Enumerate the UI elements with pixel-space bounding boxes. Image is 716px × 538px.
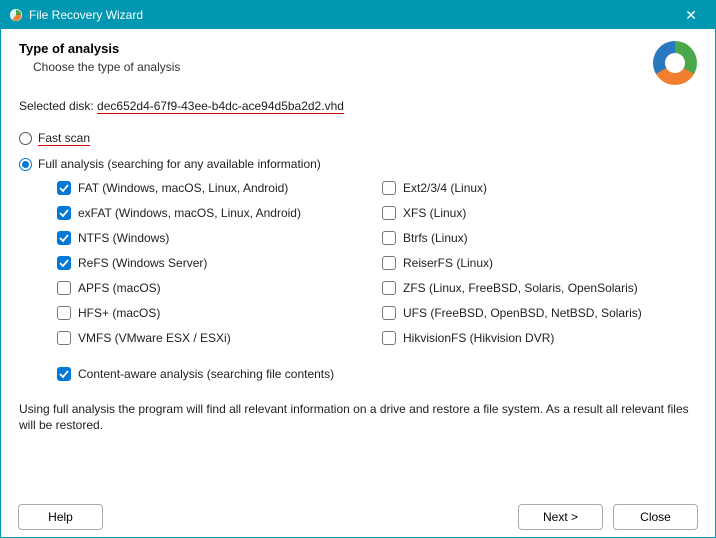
fs-checkbox[interactable] [57, 306, 71, 320]
fs-option[interactable]: Btrfs (Linux) [382, 231, 697, 245]
selected-disk-row: Selected disk: dec652d4-67f9-43ee-b4dc-a… [19, 99, 697, 113]
fs-checkbox[interactable] [382, 206, 396, 220]
info-text: Using full analysis the program will fin… [1, 401, 715, 433]
fast-scan-radio[interactable] [19, 132, 32, 145]
fs-checkbox[interactable] [382, 231, 396, 245]
close-button[interactable]: Close [613, 504, 698, 530]
fs-option[interactable]: NTFS (Windows) [57, 231, 372, 245]
fs-checkbox[interactable] [57, 206, 71, 220]
fs-checkbox[interactable] [57, 181, 71, 195]
fs-label: UFS (FreeBSD, OpenBSD, NetBSD, Solaris) [403, 306, 642, 320]
fs-checkbox[interactable] [57, 281, 71, 295]
fs-label: Btrfs (Linux) [403, 231, 468, 245]
fs-label: ZFS (Linux, FreeBSD, Solaris, OpenSolari… [403, 281, 638, 295]
fs-checkbox[interactable] [57, 331, 71, 345]
fs-label: XFS (Linux) [403, 206, 466, 220]
page-title: Type of analysis [19, 41, 180, 56]
fs-option[interactable]: APFS (macOS) [57, 281, 372, 295]
content-aware-label: Content-aware analysis (searching file c… [78, 367, 334, 381]
fs-checkbox[interactable] [57, 231, 71, 245]
fs-option[interactable]: FAT (Windows, macOS, Linux, Android) [57, 181, 372, 195]
filesystem-grid: FAT (Windows, macOS, Linux, Android) Ext2… [19, 181, 697, 345]
content-aware-option[interactable]: Content-aware analysis (searching file c… [19, 367, 697, 381]
fs-label: ReiserFS (Linux) [403, 256, 493, 270]
fs-option[interactable]: HikvisionFS (Hikvision DVR) [382, 331, 697, 345]
window-title: File Recovery Wizard [29, 8, 675, 22]
fs-label: HikvisionFS (Hikvision DVR) [403, 331, 554, 345]
fs-option[interactable]: exFAT (Windows, macOS, Linux, Android) [57, 206, 372, 220]
selected-disk-label: Selected disk: [19, 99, 97, 113]
fast-scan-option[interactable]: Fast scan [19, 131, 697, 145]
fs-option[interactable]: XFS (Linux) [382, 206, 697, 220]
fs-checkbox[interactable] [382, 331, 396, 345]
fs-label: VMFS (VMware ESX / ESXi) [78, 331, 231, 345]
help-button[interactable]: Help [18, 504, 103, 530]
app-icon [9, 8, 23, 22]
full-analysis-option[interactable]: Full analysis (searching for any availab… [19, 157, 697, 171]
titlebar: File Recovery Wizard ✕ [1, 1, 715, 29]
wizard-header: Type of analysis Choose the type of anal… [1, 29, 715, 95]
fs-option[interactable]: Ext2/3/4 (Linux) [382, 181, 697, 195]
full-analysis-label: Full analysis (searching for any availab… [38, 157, 321, 171]
content-aware-checkbox[interactable] [57, 367, 71, 381]
fs-checkbox[interactable] [57, 256, 71, 270]
fs-checkbox[interactable] [382, 256, 396, 270]
fs-checkbox[interactable] [382, 281, 396, 295]
fs-checkbox[interactable] [382, 181, 396, 195]
fs-option[interactable]: HFS+ (macOS) [57, 306, 372, 320]
fs-label: HFS+ (macOS) [78, 306, 160, 320]
fs-label: NTFS (Windows) [78, 231, 169, 245]
close-icon[interactable]: ✕ [675, 7, 707, 24]
fs-label: FAT (Windows, macOS, Linux, Android) [78, 181, 288, 195]
page-subtitle: Choose the type of analysis [19, 60, 180, 74]
fs-option[interactable]: ReFS (Windows Server) [57, 256, 372, 270]
fs-label: exFAT (Windows, macOS, Linux, Android) [78, 206, 301, 220]
fs-option[interactable]: ReiserFS (Linux) [382, 256, 697, 270]
fs-option[interactable]: ZFS (Linux, FreeBSD, Solaris, OpenSolari… [382, 281, 697, 295]
footer: Help Next > Close [0, 504, 716, 530]
selected-disk-value: dec652d4-67f9-43ee-b4dc-ace94d5ba2d2.vhd [97, 99, 344, 113]
fast-scan-label: Fast scan [38, 131, 90, 145]
wizard-icon [653, 41, 697, 85]
fs-option[interactable]: VMFS (VMware ESX / ESXi) [57, 331, 372, 345]
next-button[interactable]: Next > [518, 504, 603, 530]
full-analysis-radio[interactable] [19, 158, 32, 171]
fs-checkbox[interactable] [382, 306, 396, 320]
fs-option[interactable]: UFS (FreeBSD, OpenBSD, NetBSD, Solaris) [382, 306, 697, 320]
fs-label: Ext2/3/4 (Linux) [403, 181, 487, 195]
fs-label: APFS (macOS) [78, 281, 161, 295]
fs-label: ReFS (Windows Server) [78, 256, 207, 270]
